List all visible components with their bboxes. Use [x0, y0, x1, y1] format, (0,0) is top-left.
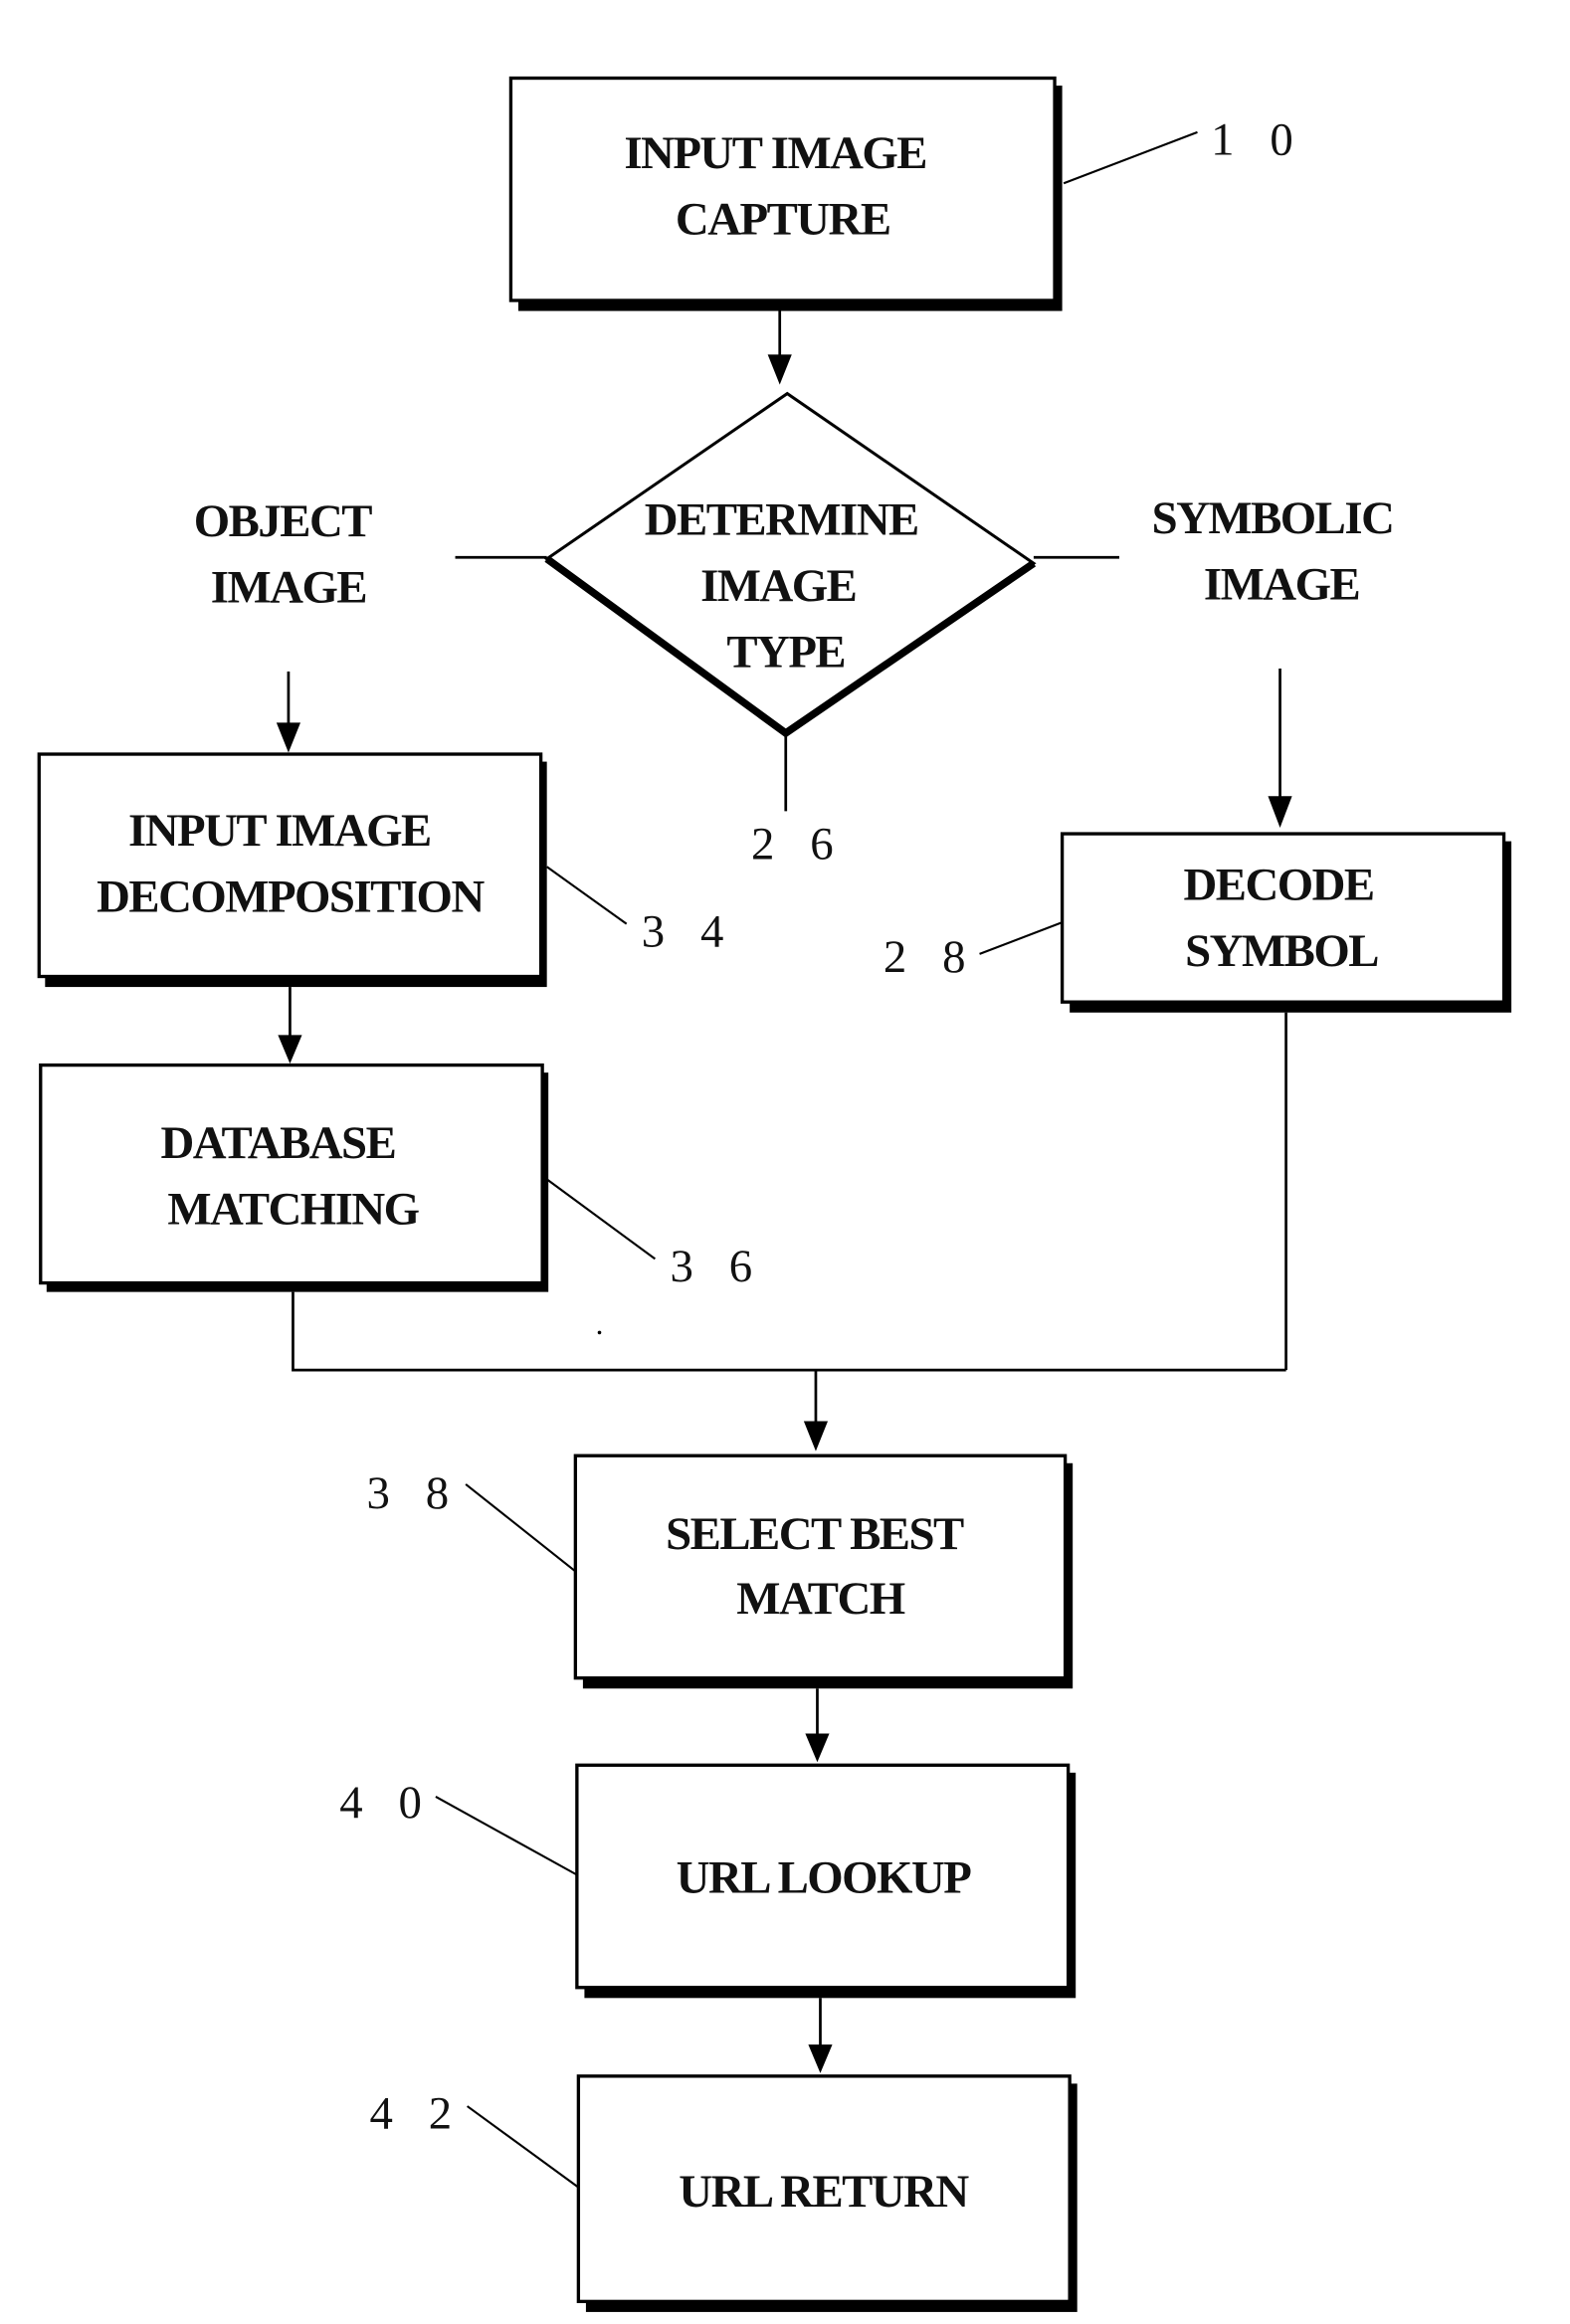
node-label-line: SELECT BEST [666, 1508, 964, 1560]
scan-speck [597, 1330, 602, 1335]
node-decode-symbol: DECODE SYMBOL [1060, 832, 1512, 1013]
edge-matching-merge [292, 1291, 1286, 1372]
node-determine-image-type: DETERMINE IMAGE TYPE [544, 391, 1037, 738]
leader-line-42 [467, 2105, 579, 2189]
node-input-image-capture: INPUT IMAGE CAPTURE [508, 76, 1063, 311]
node-label-line: MATCH [736, 1573, 904, 1625]
ref-number-36: 3 6 [670, 1241, 764, 1292]
node-label-line: DECOMPOSITION [97, 872, 485, 923]
node-label-line: IMAGE [700, 560, 856, 612]
ref-number-42: 4 2 [369, 2088, 464, 2140]
node-url-lookup: URL LOOKUP [575, 1763, 1077, 1999]
arrowhead [276, 722, 301, 753]
leader-line-38 [465, 1483, 577, 1573]
ref-number-38: 3 8 [366, 1467, 461, 1519]
ref-number-28: 2 8 [883, 931, 978, 983]
node-label-line: INPUT IMAGE [128, 805, 431, 857]
node-url-return: URL RETURN [576, 2074, 1078, 2312]
node-label-line: DECODE [1183, 860, 1373, 911]
branch-label-object: IMAGE [211, 562, 366, 614]
arrowhead [767, 354, 792, 385]
ref-number-26: 2 6 [751, 819, 846, 871]
leader-line-36 [546, 1178, 657, 1260]
flowchart: INPUT IMAGE CAPTURE 1 0 DETERMINE IMAGE … [37, 76, 1512, 2312]
node-select-best-match: SELECT BEST MATCH [573, 1453, 1074, 1689]
node-label-line: CAPTURE [676, 194, 890, 246]
node-label-line: SYMBOL [1185, 925, 1378, 977]
leader-line-34 [546, 866, 628, 925]
node-label-line: DETERMINE [645, 494, 918, 546]
node-label-line: URL LOOKUP [677, 1852, 972, 1904]
node-label-line: URL RETURN [679, 2166, 969, 2218]
arrowhead [278, 1035, 302, 1065]
node-label-line: DATABASE [160, 1117, 395, 1169]
arrowhead [805, 1733, 830, 1763]
leader-line-28 [979, 921, 1063, 955]
ref-number-34: 3 4 [642, 905, 736, 957]
branch-label-symbolic: IMAGE [1204, 558, 1359, 610]
leader-line-10 [1063, 130, 1198, 185]
node-label-line: MATCHING [167, 1184, 419, 1236]
branch-label-symbolic: SYMBOLIC [1152, 492, 1394, 544]
node-database-matching: DATABASE MATCHING [39, 1063, 549, 1292]
branch-label-object: OBJECT [194, 495, 372, 547]
arrowhead [808, 2044, 833, 2073]
arrowhead [803, 1421, 829, 1452]
node-label-line: INPUT IMAGE [624, 127, 926, 179]
arrowhead [1268, 796, 1292, 829]
node-input-image-decomposition: INPUT IMAGE DECOMPOSITION [37, 752, 547, 988]
node-label-line: TYPE [726, 626, 845, 678]
ref-number-40: 4 0 [339, 1777, 434, 1829]
leader-line-40 [435, 1796, 578, 1876]
ref-number-10: 1 0 [1211, 114, 1305, 166]
